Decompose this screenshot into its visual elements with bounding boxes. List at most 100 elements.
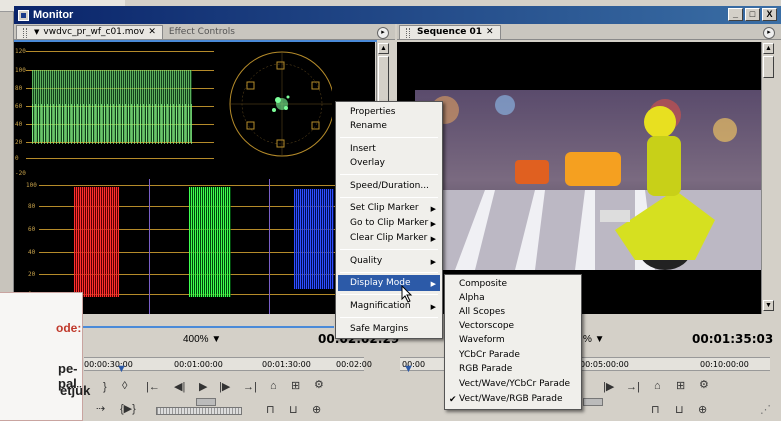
vectorscope xyxy=(229,51,332,157)
program-vertical-scrollbar[interactable]: ▲ ▼ xyxy=(761,42,775,314)
menu-item-insert[interactable]: Insert xyxy=(350,144,376,154)
window-title-bar[interactable]: Monitor _ □ X xyxy=(14,6,781,24)
annotation-heading: ode: xyxy=(56,321,82,335)
mouse-cursor-icon xyxy=(401,285,413,303)
scale-label: 100 xyxy=(15,67,26,74)
display-mode-submenu: Composite Alpha All Scopes Vectorscope W… xyxy=(444,274,582,410)
insert-icon[interactable]: ⊓ xyxy=(266,405,275,416)
tab-sequence[interactable]: Sequence 01 ✕ xyxy=(399,25,501,39)
window-title: Monitor xyxy=(33,9,74,21)
tab-effect-controls-label: Effect Controls xyxy=(168,26,235,37)
close-tab-icon[interactable]: ✕ xyxy=(148,26,156,39)
loop-icon[interactable]: ⌂ xyxy=(270,381,277,392)
source-monitor-scopes[interactable]: 120 100 80 60 40 20 0 -20 100 80 60 40 2… xyxy=(14,42,375,314)
submenu-item-vectorscope[interactable]: Vectorscope xyxy=(459,321,514,331)
ruler-tick: 00:02:00 xyxy=(336,360,372,369)
trim-icon[interactable]: ⊕ xyxy=(698,405,707,416)
source-panel-menu-icon[interactable]: ▸ xyxy=(377,27,389,39)
drag-grip-icon[interactable] xyxy=(23,27,27,38)
step-forward-icon[interactable]: |▶ xyxy=(219,382,230,393)
go-to-out-icon[interactable]: →| xyxy=(243,382,257,393)
scale-label: 60 xyxy=(15,103,23,110)
menu-item-clear-clip-marker[interactable]: Clear Clip Marker xyxy=(350,233,427,243)
dropdown-arrow-icon: ▼ xyxy=(34,28,40,36)
loop-icon[interactable]: ⌂ xyxy=(654,381,661,392)
tab-source-clip[interactable]: ▼ vwdvc_pr_wf_c01.mov ✕ xyxy=(16,25,163,39)
marker-icon[interactable]: ◊ xyxy=(122,381,127,392)
scale-label: 20 xyxy=(15,139,23,146)
clip-context-menu: Properties Rename Insert Overlay Speed/D… xyxy=(335,101,443,339)
resize-grip-icon[interactable]: ⋰ xyxy=(760,405,771,416)
submenu-item-vect-wave-rgb[interactable]: Vect/Wave/RGB Parade xyxy=(459,394,563,404)
playhead-icon[interactable]: ▼ xyxy=(116,364,127,375)
lift-icon[interactable]: ⊓ xyxy=(651,405,660,416)
screenshot: Monitor _ □ X ▼ vwdvc_pr_wf_c01.mov ✕ Ef… xyxy=(0,0,781,421)
submenu-arrow-icon: ▶ xyxy=(430,304,436,311)
shuttle-slider[interactable] xyxy=(196,398,216,406)
output-icon[interactable]: ⚙ xyxy=(314,380,324,391)
shuttle-slider[interactable] xyxy=(583,398,603,406)
submenu-item-composite[interactable]: Composite xyxy=(459,279,507,289)
maximize-button[interactable]: □ xyxy=(745,8,760,21)
menu-item-properties[interactable]: Properties xyxy=(350,107,395,117)
submenu-arrow-icon: ▶ xyxy=(430,236,436,243)
extract-icon[interactable]: ⊔ xyxy=(675,405,684,416)
safe-margins-icon[interactable]: ⊞ xyxy=(291,381,300,392)
shuttle-left-icon[interactable]: ⇢ xyxy=(96,404,105,415)
overlay-icon[interactable]: ⊔ xyxy=(289,405,298,416)
submenu-item-alpha[interactable]: Alpha xyxy=(459,293,485,303)
submenu-arrow-icon: ▶ xyxy=(430,281,436,288)
program-video-frame xyxy=(415,90,761,270)
safe-margins-icon[interactable]: ⊞ xyxy=(676,381,685,392)
submenu-item-rgb-parade[interactable]: RGB Parade xyxy=(459,364,512,374)
close-tab-icon[interactable]: ✕ xyxy=(486,26,494,39)
scale-label: 20 xyxy=(28,271,36,278)
minimize-button[interactable]: _ xyxy=(728,8,743,21)
source-zoom-select[interactable]: 400% ▼ xyxy=(183,334,221,345)
submenu-arrow-icon: ▶ xyxy=(430,221,436,228)
export-frame-icon[interactable]: ⊕ xyxy=(312,405,321,416)
submenu-item-waveform[interactable]: Waveform xyxy=(459,335,505,345)
scroll-up-arrow-icon[interactable]: ▲ xyxy=(763,43,774,54)
menu-item-rename[interactable]: Rename xyxy=(350,121,387,131)
close-button[interactable]: X xyxy=(762,8,777,21)
menu-item-speed-duration[interactable]: Speed/Duration... xyxy=(350,181,429,191)
tab-sequence-label: Sequence 01 xyxy=(417,27,483,37)
menu-item-go-to-clip-marker[interactable]: Go to Clip Marker xyxy=(350,218,428,228)
article-annotation-box: ode: pe-pal etjük xyxy=(0,292,90,421)
submenu-item-all-scopes[interactable]: All Scopes xyxy=(459,307,505,317)
scale-label: 60 xyxy=(28,226,36,233)
submenu-item-ycbcr-parade[interactable]: YCbCr Parade xyxy=(459,350,520,360)
playhead-icon[interactable]: ▼ xyxy=(403,364,414,375)
menu-item-quality[interactable]: Quality xyxy=(350,256,382,266)
step-back-icon[interactable]: ◀| xyxy=(174,382,185,393)
ruler-tick: 00:10:00:00 xyxy=(700,360,749,369)
monitor-app-icon xyxy=(18,9,29,21)
output-icon[interactable]: ⚙ xyxy=(699,380,709,391)
scroll-thumb[interactable] xyxy=(763,56,774,78)
play-in-out-icon[interactable]: {▶} xyxy=(120,404,136,415)
annotation-text: etjük xyxy=(60,383,91,398)
step-forward-icon[interactable]: |▶ xyxy=(603,382,614,393)
menu-item-safe-margins[interactable]: Safe Margins xyxy=(350,324,408,334)
program-timecode[interactable]: 00:01:35:03 xyxy=(692,332,773,346)
go-to-out-icon[interactable]: →| xyxy=(626,382,640,393)
menu-item-overlay[interactable]: Overlay xyxy=(350,158,385,168)
set-in-icon[interactable]: } xyxy=(103,382,107,393)
submenu-arrow-icon: ▶ xyxy=(430,206,436,213)
tab-effect-controls[interactable]: Effect Controls xyxy=(163,25,241,39)
scroll-up-arrow-icon[interactable]: ▲ xyxy=(378,43,389,54)
ruler-tick: 00:01:00:00 xyxy=(174,360,223,369)
ruler-tick: 00:05:00:00 xyxy=(580,360,629,369)
submenu-item-vect-wave-ycbcr[interactable]: Vect/Wave/YCbCr Parade xyxy=(459,379,570,389)
scroll-down-arrow-icon[interactable]: ▼ xyxy=(763,300,774,311)
program-panel-menu-icon[interactable]: ▸ xyxy=(763,27,775,39)
scale-label: 40 xyxy=(15,121,23,128)
program-zoom-select[interactable]: % ▼ xyxy=(583,334,605,345)
go-to-in-icon[interactable]: |← xyxy=(146,382,160,393)
jog-dial[interactable] xyxy=(156,407,242,415)
menu-item-set-clip-marker[interactable]: Set Clip Marker xyxy=(350,203,419,213)
drag-grip-icon[interactable] xyxy=(406,27,410,38)
scale-label: 120 xyxy=(15,48,26,55)
play-icon[interactable]: ▶ xyxy=(199,382,207,393)
